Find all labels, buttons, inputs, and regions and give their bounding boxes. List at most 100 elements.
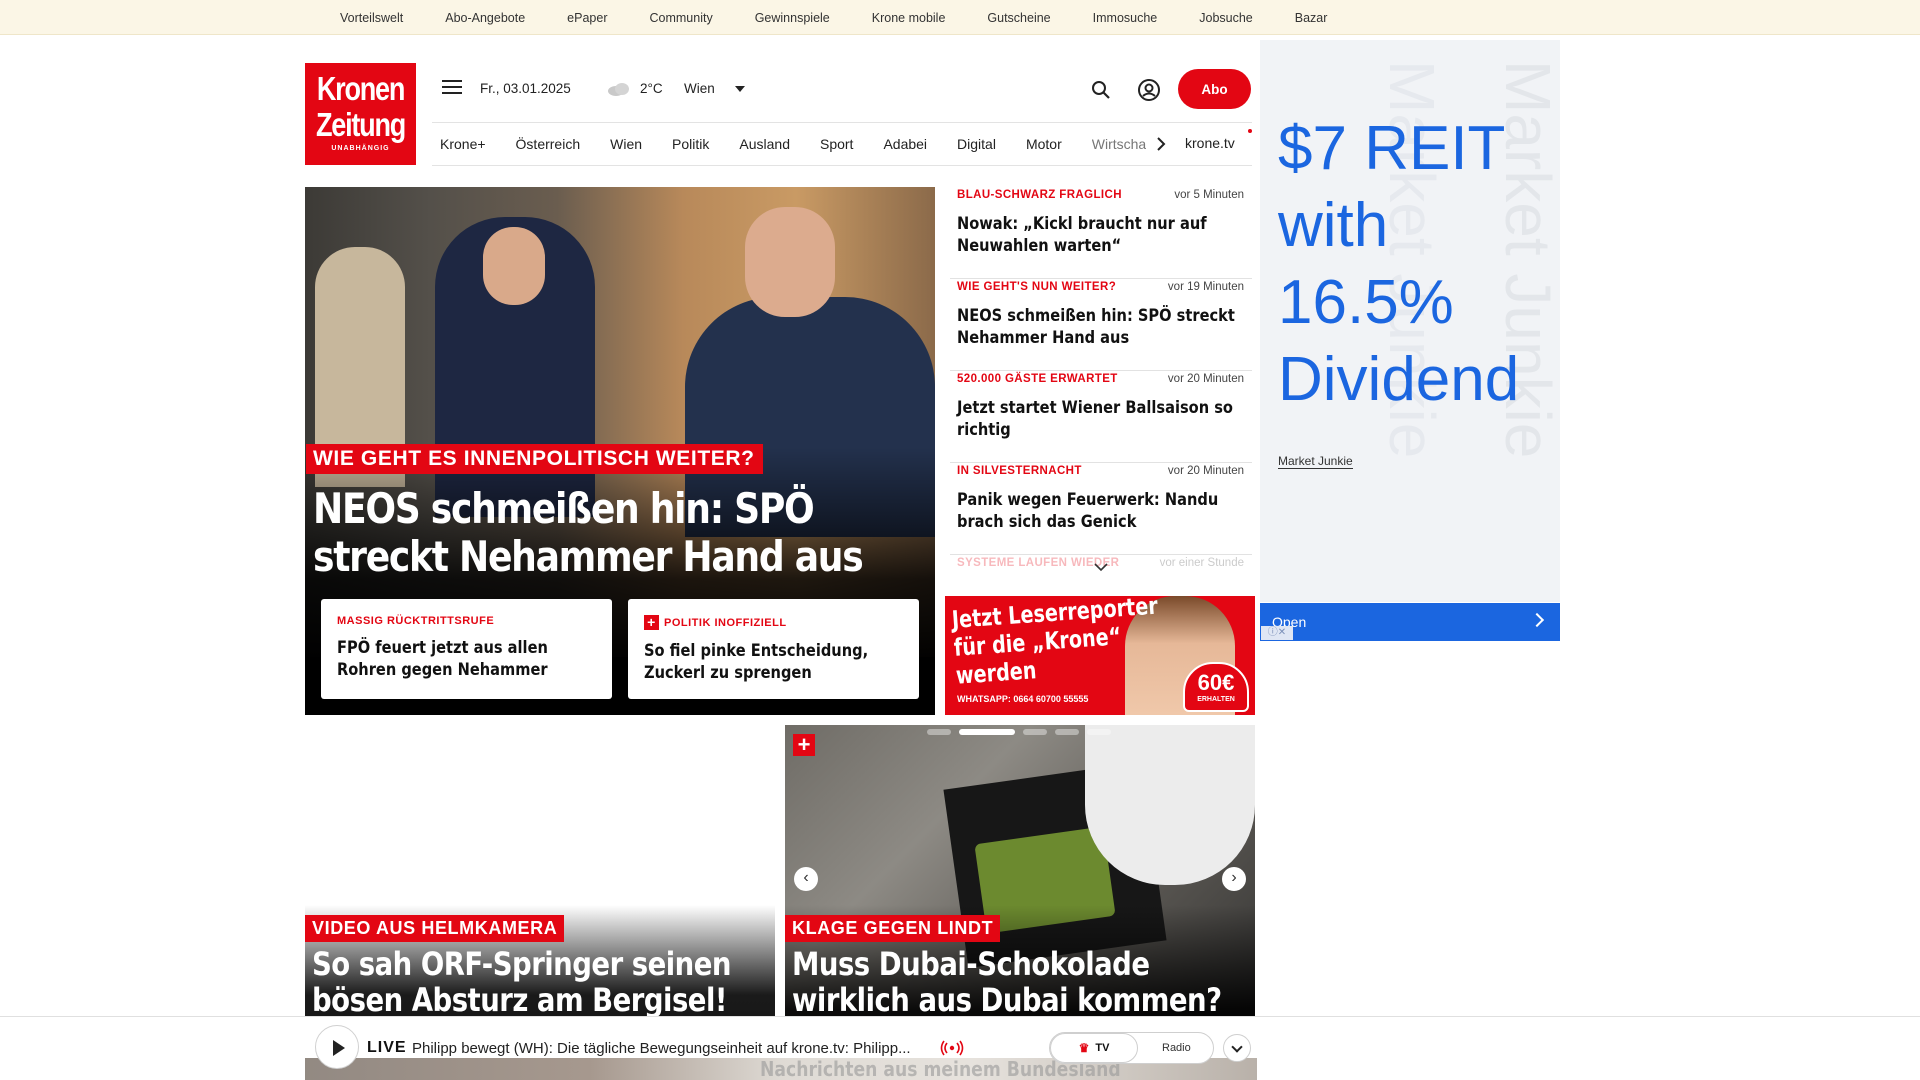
story-title: So sah ORF-Springer seinen bösen Absturz… bbox=[312, 945, 731, 1019]
hero-image bbox=[305, 187, 935, 667]
logo-tagline: UNABHÄNGIG bbox=[331, 145, 390, 152]
menu-icon[interactable] bbox=[442, 80, 462, 96]
news-time: vor 5 Minuten bbox=[1174, 189, 1244, 201]
carousel-dot[interactable] bbox=[1055, 729, 1079, 735]
story-kicker: VIDEO AUS HELMKAMERA bbox=[305, 915, 565, 942]
carousel-next-icon[interactable]: › bbox=[1222, 867, 1246, 891]
carousel-dot[interactable] bbox=[1087, 729, 1111, 735]
expand-player-button[interactable] bbox=[1223, 1034, 1251, 1062]
utility-link-vorteilswelt[interactable]: Vorteilswelt bbox=[340, 11, 403, 25]
nav-item-sport[interactable]: Sport bbox=[820, 136, 853, 152]
logo-line-2: Zeitung bbox=[315, 106, 406, 143]
story-kicker: KLAGE GEGEN LINDT bbox=[785, 915, 1001, 942]
card-kicker: MASSIG RÜCKTRITTSRUFE bbox=[337, 615, 495, 627]
utility-link-bazar[interactable]: Bazar bbox=[1295, 11, 1328, 25]
ad-brand-link[interactable]: Market Junkie bbox=[1278, 454, 1353, 469]
toggle-radio[interactable]: Radio bbox=[1162, 1042, 1191, 1054]
nav-item-digital[interactable]: Digital bbox=[957, 136, 996, 152]
news-title: Jetzt startet Wiener Ballsaison so richt… bbox=[957, 398, 1233, 440]
news-item[interactable]: 520.000 GÄSTE ERWARTET vor 20 Minuten Je… bbox=[950, 371, 1252, 463]
hero-related-card[interactable]: + POLITIK INOFFIZIELL So fiel pinke Entsc… bbox=[628, 599, 919, 699]
utility-link-community[interactable]: Community bbox=[649, 11, 712, 25]
latest-news-list: BLAU-SCHWARZ FRAGLICH vor 5 Minuten Nowa… bbox=[950, 187, 1252, 582]
nav-item-politik[interactable]: Politik bbox=[672, 136, 709, 152]
news-time: vor einer Stunde bbox=[1159, 557, 1244, 569]
news-title: Nowak: „Kickl braucht nur auf Neuwahlen … bbox=[957, 214, 1207, 256]
news-time: vor 20 Minuten bbox=[1167, 373, 1244, 385]
nav-item-wien[interactable]: Wien bbox=[610, 136, 642, 152]
site-logo[interactable]: Kronen Zeitung UNABHÄNGIG bbox=[305, 63, 416, 165]
nav-item-krone-plus[interactable]: Krone+ bbox=[440, 136, 486, 152]
nav-item-oesterreich[interactable]: Österreich bbox=[516, 136, 581, 152]
logo-line-1: Kronen bbox=[316, 70, 406, 107]
chevron-down-icon[interactable] bbox=[735, 86, 745, 92]
story-title: Muss Dubai-Schokolade wirklich aus Dubai… bbox=[792, 945, 1222, 1019]
cloud-icon bbox=[608, 83, 629, 96]
utility-link-gutscheine[interactable]: Gutscheine bbox=[987, 11, 1050, 25]
tv-radio-toggle[interactable]: ♛ TV Radio bbox=[1049, 1032, 1214, 1064]
nav-item-motor[interactable]: Motor bbox=[1026, 136, 1062, 152]
page: Vorteilswelt Abo-Angebote ePaper Communi… bbox=[0, 0, 1920, 1080]
carousel-pagination[interactable] bbox=[927, 729, 1119, 735]
news-item[interactable]: WIE GEHT'S NUN WEITER? vor 19 Minuten NE… bbox=[950, 279, 1252, 371]
news-time: vor 19 Minuten bbox=[1167, 281, 1244, 293]
user-account-icon[interactable] bbox=[1137, 78, 1161, 102]
temperature: 2°C bbox=[640, 81, 663, 96]
nav-item-ausland[interactable]: Ausland bbox=[739, 136, 790, 152]
nav-item-adabei[interactable]: Adabei bbox=[883, 136, 927, 152]
card-title: So fiel pinke Entscheidung, Zuckerl zu s… bbox=[644, 641, 869, 683]
news-title: Panik wegen Feuerwerk: Nandu brach sich … bbox=[957, 490, 1219, 532]
utility-link-jobsuche[interactable]: Jobsuche bbox=[1199, 11, 1253, 25]
current-date: Fr., 03.01.2025 bbox=[480, 81, 571, 96]
news-kicker: WIE GEHT'S NUN WEITER? bbox=[957, 281, 1117, 293]
display-ad[interactable]: Market Junkie Market Junkie $7 REIT with… bbox=[1260, 40, 1560, 602]
expand-list-icon[interactable] bbox=[1092, 560, 1110, 574]
hero-story[interactable]: WIE GEHT ES INNENPOLITISCH WEITER? NEOS … bbox=[305, 187, 935, 715]
card-kicker: POLITIK INOFFIZIELL bbox=[664, 616, 787, 629]
news-kicker: IN SILVESTERNACHT bbox=[957, 465, 1082, 477]
toggle-tv-label: TV bbox=[1095, 1042, 1110, 1054]
chevron-right-icon bbox=[1529, 612, 1545, 628]
news-kicker: 520.000 GÄSTE ERWARTET bbox=[957, 373, 1118, 385]
crown-icon: ♛ bbox=[1078, 1041, 1090, 1055]
city-select[interactable]: Wien bbox=[684, 81, 715, 96]
nav-item-krone-tv[interactable]: krone.tv bbox=[1185, 135, 1235, 151]
header-bar: Fr., 03.01.2025 2°C Wien Abo bbox=[432, 68, 1252, 110]
utility-link-immosuche[interactable]: Immosuche bbox=[1093, 11, 1158, 25]
reward-badge: 60€ ERHALTEN bbox=[1183, 662, 1249, 712]
utility-link-krone-mobile[interactable]: Krone mobile bbox=[872, 11, 946, 25]
live-indicator-dot bbox=[1248, 129, 1252, 133]
carousel-prev-icon[interactable]: ‹ bbox=[794, 867, 818, 891]
main-navigation: Krone+ Österreich Wien Politik Ausland S… bbox=[432, 122, 1252, 166]
search-icon[interactable] bbox=[1090, 79, 1112, 101]
nav-item-wirtschaft[interactable]: Wirtschaft bbox=[1092, 136, 1146, 152]
krone-plus-icon: + bbox=[644, 615, 659, 630]
utility-link-gewinnspiele[interactable]: Gewinnspiele bbox=[755, 11, 830, 25]
toggle-tv[interactable]: ♛ TV bbox=[1050, 1033, 1138, 1063]
adchoices-icon[interactable]: ⓘ✕ bbox=[1261, 626, 1293, 640]
utility-bar: Vorteilswelt Abo-Angebote ePaper Communi… bbox=[0, 0, 1920, 35]
utility-link-abo-angebote[interactable]: Abo-Angebote bbox=[445, 11, 525, 25]
hero-title[interactable]: NEOS schmeißen hin: SPÖ streckt Nehammer… bbox=[313, 485, 915, 581]
utility-link-epaper[interactable]: ePaper bbox=[567, 11, 607, 25]
chevron-right-icon[interactable] bbox=[1152, 135, 1170, 153]
ad-open-button[interactable]: Open bbox=[1260, 603, 1560, 641]
carousel-dot-active[interactable] bbox=[959, 729, 1015, 735]
leserreporter-banner[interactable]: Jetzt Leserreporter für die „Krone“ werd… bbox=[945, 596, 1255, 715]
play-button[interactable] bbox=[315, 1025, 359, 1069]
news-time: vor 20 Minuten bbox=[1167, 465, 1244, 477]
news-item[interactable]: IN SILVESTERNACHT vor 20 Minuten Panik w… bbox=[950, 463, 1252, 555]
carousel-dot[interactable] bbox=[927, 729, 951, 735]
broadcast-icon bbox=[940, 1040, 964, 1056]
card-kicker-row: + POLITIK INOFFIZIELL bbox=[644, 615, 903, 630]
live-label: LIVE bbox=[367, 1039, 407, 1056]
card-title: FPÖ feuert jetzt aus allen Rohren gegen … bbox=[337, 638, 548, 680]
hero-related-card[interactable]: MASSIG RÜCKTRITTSRUFE FPÖ feuert jetzt a… bbox=[321, 599, 612, 699]
carousel-dot[interactable] bbox=[1023, 729, 1047, 735]
live-program-title[interactable]: Philipp bewegt (WH): Die tägliche Bewegu… bbox=[412, 1040, 932, 1057]
news-kicker: BLAU-SCHWARZ FRAGLICH bbox=[957, 189, 1122, 201]
news-item[interactable]: BLAU-SCHWARZ FRAGLICH vor 5 Minuten Nowa… bbox=[950, 187, 1252, 279]
abo-button[interactable]: Abo bbox=[1178, 69, 1251, 109]
krone-plus-icon: + bbox=[793, 734, 815, 756]
news-title: NEOS schmeißen hin: SPÖ streckt Nehammer… bbox=[957, 306, 1235, 348]
